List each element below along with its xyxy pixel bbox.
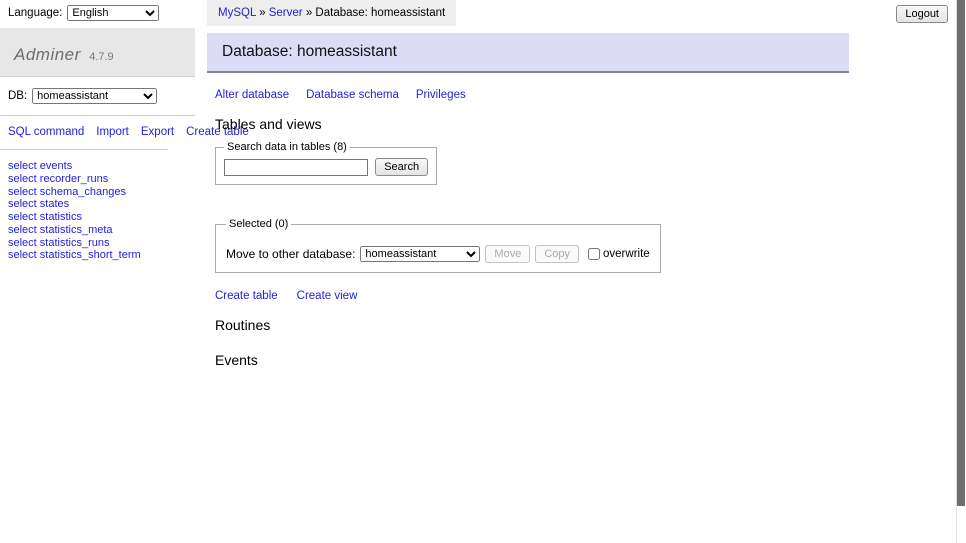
copy-button[interactable]: Copy: [535, 245, 579, 263]
adminer-logo: Adminer: [14, 45, 81, 64]
breadcrumb: MySQL » Server » Database: homeassistant: [207, 0, 456, 26]
selected-legend: Selected (0): [226, 218, 291, 230]
sidebar-select-link[interactable]: select schema_changes: [8, 186, 187, 199]
create-links: Create table Create view: [215, 290, 907, 302]
app-header: Adminer 4.7.9: [0, 28, 195, 77]
breadcrumb-current: Database: homeassistant: [315, 7, 445, 19]
app-version: 4.7.9: [89, 51, 113, 63]
create-link[interactable]: Create view: [297, 290, 358, 302]
database-nav-link[interactable]: Alter database: [215, 89, 289, 101]
language-label: Language:: [8, 7, 62, 19]
breadcrumb-separator: »: [306, 7, 312, 19]
sidebar: Language: English Adminer 4.7.9 DB: homeas…: [0, 0, 195, 272]
move-button[interactable]: Move: [485, 245, 530, 263]
move-row: Move to other database: homeassistant Mo…: [226, 245, 650, 263]
tables-and-views-title: Tables and views: [215, 116, 907, 132]
db-form: DB: homeassistant: [0, 77, 195, 116]
logout-button[interactable]: Logout: [896, 5, 948, 23]
routines-title: Routines: [215, 317, 907, 333]
breadcrumb-link-server[interactable]: Server: [269, 7, 303, 19]
search-legend: Search data in tables (8): [224, 141, 350, 153]
vertical-scrollbar-thumb[interactable]: [957, 0, 965, 506]
sidebar-select-link[interactable]: select statistics_meta: [8, 224, 187, 237]
move-db-select[interactable]: homeassistant: [360, 246, 480, 262]
breadcrumb-separator: »: [259, 7, 265, 19]
page-title: Database: homeassistant: [207, 33, 849, 73]
sidebar-table-links: select eventsselect recorder_runsselect …: [0, 150, 195, 272]
sidebar-select-link[interactable]: select recorder_runs: [8, 173, 187, 186]
sidebar-select-link[interactable]: select statistics_runs: [8, 237, 187, 250]
database-nav-link[interactable]: Privileges: [416, 89, 466, 101]
create-link[interactable]: Create table: [215, 290, 278, 302]
language-form: Language: English: [0, 0, 195, 27]
search-fieldset: Search data in tables (8) Search: [215, 141, 437, 185]
content: Database: homeassistant Alter database Da…: [207, 33, 907, 377]
sidebar-select-link[interactable]: select events: [8, 160, 187, 173]
overwrite-checkbox[interactable]: [588, 248, 600, 260]
sidebar-action-link[interactable]: Import: [96, 126, 129, 138]
search-button[interactable]: Search: [375, 158, 428, 176]
move-label: Move to other database:: [226, 247, 355, 261]
selected-fieldset: Selected (0) Move to other database: hom…: [215, 218, 661, 273]
breadcrumb-link-mysql[interactable]: MySQL: [218, 7, 256, 19]
sidebar-action-link[interactable]: SQL command: [8, 126, 84, 138]
sidebar-action-link[interactable]: Export: [141, 126, 174, 138]
overwrite-option[interactable]: overwrite: [588, 248, 650, 260]
db-label: DB:: [8, 90, 27, 102]
database-nav-link[interactable]: Database schema: [306, 89, 399, 101]
sidebar-select-link[interactable]: select statistics: [8, 211, 187, 224]
search-input[interactable]: [224, 159, 368, 176]
database-nav-links: Alter database Database schema Privileges: [215, 89, 907, 101]
overwrite-label: overwrite: [603, 248, 650, 260]
language-select[interactable]: English: [67, 5, 159, 21]
sidebar-select-link[interactable]: select states: [8, 198, 187, 211]
events-title: Events: [215, 352, 907, 368]
vertical-scrollbar-track[interactable]: [956, 0, 966, 543]
sidebar-actions: SQL commandImportExportCreate table: [0, 116, 168, 150]
db-select[interactable]: homeassistant: [32, 88, 157, 104]
sidebar-select-link[interactable]: select statistics_short_term: [8, 249, 187, 262]
